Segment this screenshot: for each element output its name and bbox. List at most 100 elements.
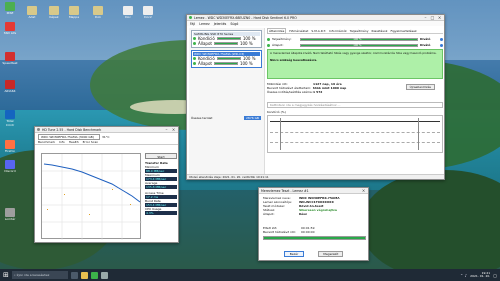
desktop-icon[interactable]: Lomtár <box>2 208 18 222</box>
desktop-icon-image <box>143 6 153 15</box>
desktop-icon[interactable]: Total Cmdr <box>2 110 18 127</box>
close-icon[interactable]: × <box>171 127 176 132</box>
desktop-icon-image <box>5 160 15 169</box>
tab-smart[interactable]: S.M.A.R.T. <box>311 29 326 33</box>
desktop-icon[interactable]: Speedtest <box>2 52 18 66</box>
abort-button[interactable]: Megszakít <box>318 251 344 257</box>
desktop-icon-label: IRSE <box>6 11 14 15</box>
start-button[interactable]: Start <box>145 153 177 159</box>
summary-row: Összes terület 2876 GB <box>191 116 261 120</box>
app-icon <box>189 16 192 19</box>
close-button[interactable]: Bezár <box>283 251 305 257</box>
avg-value: 135.8 MB/sec <box>145 185 177 189</box>
search-box[interactable]: ⌕ Írjon ide a kereséshez <box>11 271 68 279</box>
help-icon[interactable] <box>440 43 443 47</box>
tab-benchmark[interactable]: Benchmark <box>38 140 55 144</box>
health-bar <box>213 42 238 45</box>
desktop-icon-image <box>5 52 15 61</box>
desktop-icon-image <box>49 6 59 15</box>
desktop-icon[interactable]: Discord <box>2 160 18 174</box>
status-ok-icon <box>193 42 196 45</box>
help-icon[interactable] <box>440 37 443 41</box>
status-ok-icon <box>193 62 196 65</box>
desktop-icon-label: Dok <box>95 15 101 19</box>
desktop-icon[interactable]: Mappa <box>66 6 82 20</box>
drive-toolbar: WDC WD30EFRX-75AMA (3000 GB) 31°C <box>35 133 178 140</box>
status-ok-icon <box>267 37 270 41</box>
disk-item[interactable]: SAMSUNG SSD 870 Series Kondíció 100 % Áll… <box>191 30 262 48</box>
desktop-icon[interactable]: Adat <box>24 6 40 20</box>
tab-performance[interactable]: Teljesítmény <box>350 29 369 33</box>
desktop-icon[interactable]: Dok <box>90 6 106 20</box>
notification-icon[interactable]: ▢ <box>493 273 497 278</box>
desktop-icon-image <box>5 2 15 11</box>
results-panel: Start Transfer Rate Minimum 88.0 MB/sec … <box>145 153 177 215</box>
stats-block: Működési idő: 1127 nap, 19 óra Becsült há… <box>267 82 443 100</box>
tab-info[interactable]: Info <box>59 140 65 144</box>
status-bar: Utolsó ellenőrzés ideje: 2021. 01. 20. c… <box>187 174 444 179</box>
desktop-icon[interactable]: Képek <box>46 6 62 20</box>
desktop-icon-image <box>5 140 15 149</box>
close-icon[interactable]: × <box>361 188 366 193</box>
desktop-icon[interactable]: Doc <box>120 6 136 20</box>
menu-file[interactable]: Fájl <box>190 22 195 26</box>
perf-bar <box>216 57 241 60</box>
status-ok-icon <box>193 57 196 60</box>
recheck-button[interactable]: Újraellenőrzés <box>405 84 435 90</box>
hdsentinel-taskbar-icon[interactable] <box>90 271 98 279</box>
tab-error-scan[interactable]: Error Scan <box>83 140 99 144</box>
tab-overview[interactable]: Áttekintés <box>267 27 287 34</box>
benchmark-graph <box>41 153 142 240</box>
menu-help[interactable]: Súgó <box>230 22 238 26</box>
disk-item-selected[interactable]: WDC WD30EFRX-75AMA (WD-C3) Kondíció 100 %… <box>191 50 262 68</box>
hdtune-window: HD Tune 2.55 - Hard Disk Benchmark – × W… <box>34 126 179 243</box>
desktop-icon-image <box>5 110 15 119</box>
tab-bar: Benchmark Info Health Error Scan <box>35 140 178 145</box>
disk-list: SAMSUNG SSD 870 Series Kondíció 100 % Áll… <box>189 28 265 178</box>
perf-bar <box>216 37 241 40</box>
remaining-value: 00:00:00 <box>301 230 315 234</box>
info-key: Állapot: <box>263 212 275 216</box>
desktop-icon[interactable]: IRSE <box>2 2 18 16</box>
health-history-chart <box>267 115 443 153</box>
menu-bar: Fájl Lemez Jelentés Súgó <box>187 21 444 26</box>
taskview-icon[interactable] <box>70 271 78 279</box>
search-icon: ⌕ <box>13 273 16 277</box>
hdsentinel-window: Lemez - WDC WD30EFRX-68EUZN0 - Hard Disk… <box>186 14 445 180</box>
app-icon <box>37 128 40 131</box>
desktop-icon-label: Speedtest <box>2 61 18 65</box>
tray-icons[interactable]: ⌃ ♪ <box>460 273 467 278</box>
tab-health[interactable]: Health <box>69 140 79 144</box>
tab-warnings[interactable]: Figyelmeztetések <box>391 29 417 33</box>
dialog-progress: Eltelt idő: 00:01:59 Becsült hátralévő id… <box>263 226 366 240</box>
taskbar: ⊞ ⌕ Írjon ide a kereséshez ⌃ ♪ 19:21 2021… <box>0 269 500 281</box>
desktop-icon-label: Doc <box>125 15 131 19</box>
desktop-icon-label: Mappa <box>68 15 80 19</box>
desktop-icon[interactable]: SSD Life <box>2 22 18 36</box>
desktop-icon[interactable]: Doc2 <box>140 6 156 20</box>
explorer-icon[interactable] <box>80 271 88 279</box>
tab-temperature[interactable]: Hőmérséklet <box>289 29 308 33</box>
tab-alerts[interactable]: Riasztások <box>371 29 387 33</box>
tab-info[interactable]: Információk <box>329 29 347 33</box>
desktop-icon[interactable]: AIDA64 <box>2 80 18 94</box>
dialog-info: Merevlemez neve: WDC WD30EFRX-75AMA Lemez … <box>259 194 368 218</box>
menu-report[interactable]: Jelentés <box>214 22 227 26</box>
status-box: A merevlemez állapota kiváló. Nem találh… <box>267 49 443 79</box>
chart-label: Kondíció (%) <box>267 110 286 114</box>
hdtune-taskbar-icon[interactable] <box>100 271 108 279</box>
minimize-icon[interactable]: – <box>164 127 169 132</box>
drive-select[interactable]: WDC WD30EFRX-75AMA (3000 GB) <box>38 133 100 140</box>
benchmark-graph-svg <box>42 154 142 240</box>
desktop-icon[interactable]: Firefox <box>2 140 18 154</box>
maximize-icon[interactable]: □ <box>430 15 435 20</box>
start-button[interactable]: ⊞ <box>3 271 9 279</box>
desktop-icon-label: Adat <box>28 15 36 19</box>
close-icon[interactable]: × <box>437 15 442 20</box>
health-bar: 100 % <box>300 43 418 47</box>
desktop-icon-label: Lomtár <box>4 217 16 221</box>
comment-field[interactable]: Kattintson ide a megjegyzés hozzáadásáho… <box>267 102 443 108</box>
desktop-icon-label: SSD Life <box>3 31 17 35</box>
menu-disk[interactable]: Lemez <box>199 22 209 26</box>
minimize-icon[interactable]: – <box>423 15 428 20</box>
